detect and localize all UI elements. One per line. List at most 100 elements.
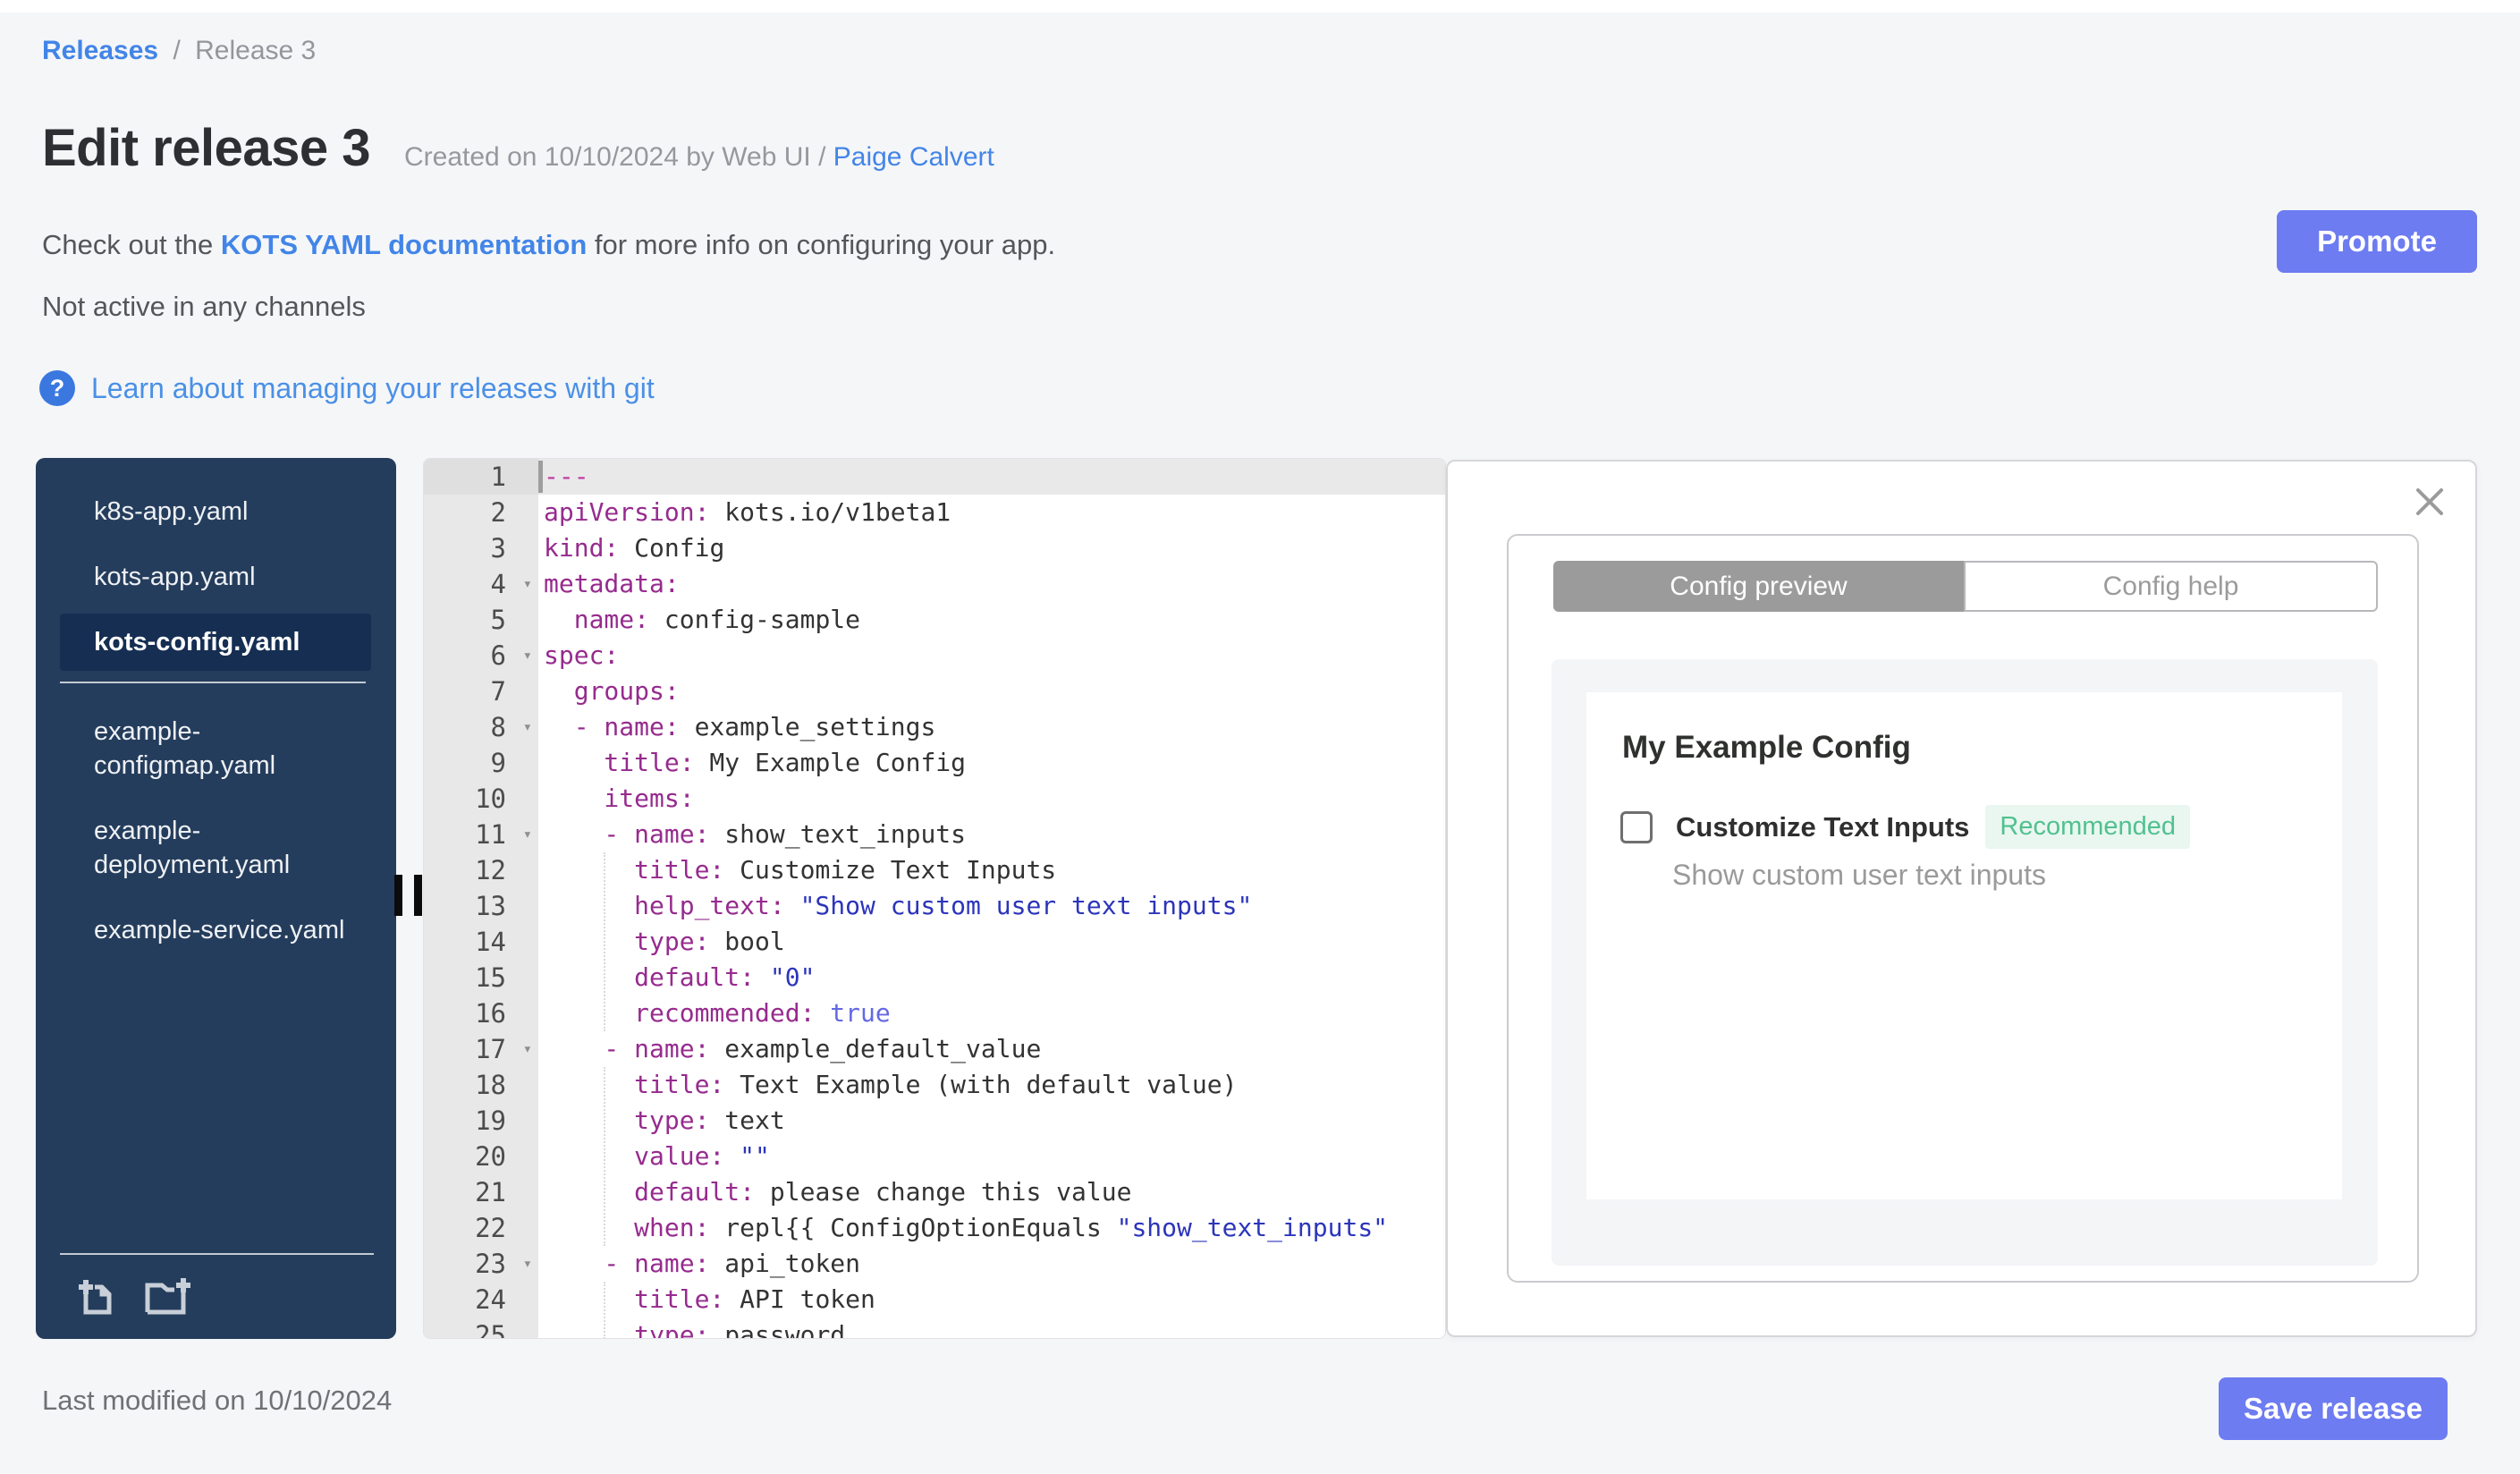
code-line-6[interactable]: 6 ▾ spec: (424, 638, 1445, 673)
sidebar-file-kots-config.yaml[interactable]: kots-config.yaml (60, 614, 371, 671)
line-number[interactable]: 8 ▾ (424, 709, 538, 745)
sidebar-file-example-configmap.yaml[interactable]: example-configmap.yaml (60, 703, 371, 794)
author-link[interactable]: Paige Calvert (833, 142, 994, 172)
code-token-plain: api_token (709, 1249, 861, 1278)
breadcrumb-current: Release 3 (195, 36, 317, 65)
code-line-23[interactable]: 23 ▾ - name: api_token (424, 1246, 1445, 1282)
fold-caret-icon[interactable]: ▾ (523, 1254, 532, 1274)
config-item-label: Customize Text Inputs (1676, 810, 1970, 843)
fold-caret-icon[interactable]: ▾ (523, 1039, 532, 1059)
add-folder-button[interactable] (144, 1273, 194, 1317)
active-line-highlight (538, 459, 1445, 495)
code-line-12[interactable]: 12 title: Customize Text Inputs (424, 852, 1445, 888)
code-line-21[interactable]: 21 default: please change this value (424, 1174, 1445, 1210)
code-line-4[interactable]: 4 ▾ metadata: (424, 566, 1445, 602)
line-number[interactable]: 2 (424, 495, 538, 530)
code-line-15[interactable]: 15 default: "0" (424, 960, 1445, 995)
sidebar-resize-handle[interactable] (394, 875, 422, 916)
code-token-key: title: (544, 1284, 725, 1314)
code-text: help_text: "Show custom user text inputs… (538, 888, 1252, 924)
sidebar-file-example-deployment.yaml[interactable]: example-deployment.yaml (60, 802, 371, 894)
git-help-row[interactable]: ? Learn about managing your releases wit… (39, 370, 655, 406)
code-line-7[interactable]: 7 groups: (424, 673, 1445, 709)
config-group-title: My Example Config (1622, 730, 1911, 765)
line-number[interactable]: 7 (424, 673, 538, 709)
line-number[interactable]: 10 (424, 781, 538, 817)
yaml-editor[interactable]: 1 --- 2 apiVersion: kots.io/v1beta1 3 kind: C… (423, 458, 1446, 1339)
code-token-key: name: (544, 605, 650, 634)
tab-config-help[interactable]: Config help (1964, 561, 2378, 612)
close-button[interactable] (2413, 485, 2447, 519)
code-line-17[interactable]: 17 ▾ - name: example_default_value (424, 1031, 1445, 1067)
config-help-text: Show custom user text inputs (1672, 859, 2046, 891)
code-line-14[interactable]: 14 type: bool (424, 924, 1445, 960)
line-number[interactable]: 3 (424, 530, 538, 566)
code-line-18[interactable]: 18 title: Text Example (with default val… (424, 1067, 1445, 1103)
add-file-button[interactable] (74, 1273, 119, 1317)
code-token-plain: My Example Config (694, 748, 967, 777)
code-text: - name: api_token (538, 1246, 860, 1282)
code-text: items: (538, 781, 694, 817)
line-number[interactable]: 1 (424, 459, 538, 495)
line-number[interactable]: 22 (424, 1210, 538, 1246)
line-number[interactable]: 24 (424, 1282, 538, 1317)
line-number[interactable]: 21 (424, 1174, 538, 1210)
line-number[interactable]: 19 (424, 1103, 538, 1139)
fold-caret-icon[interactable]: ▾ (523, 574, 532, 594)
promote-button[interactable]: Promote (2277, 210, 2477, 273)
sidebar-footer (60, 1253, 374, 1339)
line-number[interactable]: 9 (424, 745, 538, 781)
config-checkbox[interactable] (1620, 810, 1653, 843)
sidebar-file-example-service.yaml[interactable]: example-service.yaml (60, 902, 371, 959)
code-line-11[interactable]: 11 ▾ - name: show_text_inputs (424, 817, 1445, 852)
line-number[interactable]: 5 (424, 602, 538, 638)
save-release-button[interactable]: Save release (2219, 1377, 2448, 1440)
sidebar-file-kots-app.yaml[interactable]: kots-app.yaml (60, 548, 371, 606)
code-line-13[interactable]: 13 help_text: "Show custom user text inp… (424, 888, 1445, 924)
code-text: name: config-sample (538, 602, 860, 638)
line-number[interactable]: 11 ▾ (424, 817, 538, 852)
sidebar-file-k8s-app.yaml[interactable]: k8s-app.yaml (60, 483, 371, 540)
code-line-1[interactable]: 1 --- (424, 459, 1445, 495)
line-number[interactable]: 12 (424, 852, 538, 888)
git-link[interactable]: Learn about managing your releases with … (91, 372, 655, 405)
breadcrumb-releases-link[interactable]: Releases (42, 36, 158, 65)
config-checkbox-row: Customize Text Inputs Recommended (1620, 805, 2191, 849)
code-token-key: type: (544, 927, 710, 956)
line-number[interactable]: 25 (424, 1317, 538, 1338)
line-number[interactable]: 20 (424, 1139, 538, 1174)
doc-sentence-prefix: Check out the (42, 229, 221, 260)
doc-sentence-suffix: for more info on configuring your app. (587, 229, 1056, 260)
fold-caret-icon[interactable]: ▾ (523, 717, 532, 737)
code-token-key: value: (544, 1141, 725, 1171)
code-line-8[interactable]: 8 ▾ - name: example_settings (424, 709, 1445, 745)
line-number[interactable]: 4 ▾ (424, 566, 538, 602)
fold-caret-icon[interactable]: ▾ (523, 646, 532, 665)
code-line-9[interactable]: 9 title: My Example Config (424, 745, 1445, 781)
code-line-3[interactable]: 3 kind: Config (424, 530, 1445, 566)
line-number[interactable]: 13 (424, 888, 538, 924)
code-line-24[interactable]: 24 title: API token (424, 1282, 1445, 1317)
code-token-str: "show_text_inputs" (1116, 1213, 1389, 1242)
code-line-19[interactable]: 19 type: text (424, 1103, 1445, 1139)
line-number[interactable]: 14 (424, 924, 538, 960)
line-number[interactable]: 17 ▾ (424, 1031, 538, 1067)
page-title: Edit release 3 (42, 119, 371, 177)
code-text: type: password (538, 1317, 845, 1338)
line-number[interactable]: 18 (424, 1067, 538, 1103)
code-line-20[interactable]: 20 value: "" (424, 1139, 1445, 1174)
line-number[interactable]: 23 ▾ (424, 1246, 538, 1282)
tab-config-preview[interactable]: Config preview (1553, 561, 1964, 612)
code-line-10[interactable]: 10 items: (424, 781, 1445, 817)
line-number[interactable]: 16 (424, 995, 538, 1031)
kots-doc-link[interactable]: KOTS YAML documentation (221, 229, 587, 260)
line-number[interactable]: 15 (424, 960, 538, 995)
code-line-2[interactable]: 2 apiVersion: kots.io/v1beta1 (424, 495, 1445, 530)
code-token-plain: Text Example (with default value) (724, 1070, 1238, 1099)
code-line-16[interactable]: 16 recommended: true (424, 995, 1445, 1031)
code-line-5[interactable]: 5 name: config-sample (424, 602, 1445, 638)
line-number[interactable]: 6 ▾ (424, 638, 538, 673)
fold-caret-icon[interactable]: ▾ (523, 825, 532, 844)
code-line-22[interactable]: 22 when: repl{{ ConfigOptionEquals "show… (424, 1210, 1445, 1246)
code-line-25[interactable]: 25 type: password (424, 1317, 1445, 1338)
